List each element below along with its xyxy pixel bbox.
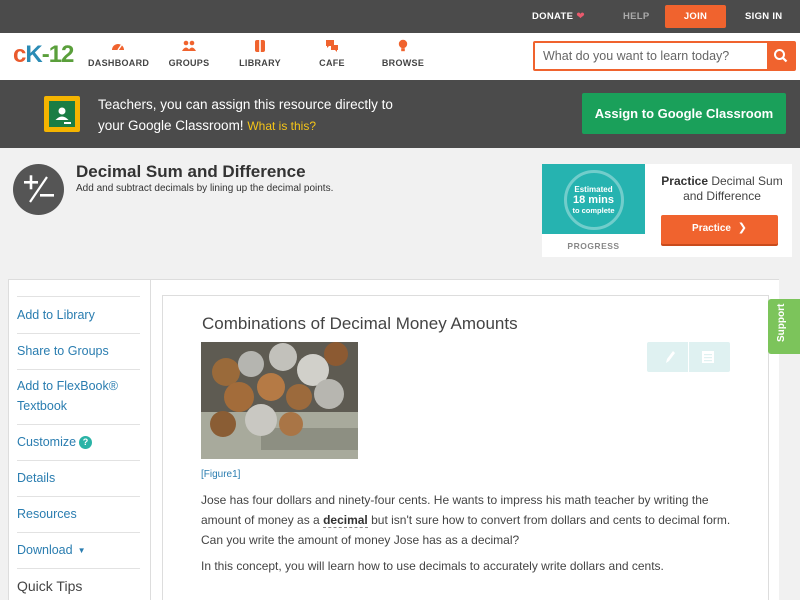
quick-tips-heading[interactable]: Quick Tips bbox=[17, 578, 82, 594]
progress-label: PROGRESS bbox=[567, 241, 620, 251]
ck12-logo[interactable]: cK-12 bbox=[13, 41, 74, 69]
what-is-this-link[interactable]: What is this? bbox=[247, 119, 316, 133]
cafe-icon bbox=[326, 40, 338, 52]
concept-subtitle: Add and subtract decimals by lining up t… bbox=[76, 183, 334, 194]
caret-down-icon: ▼ bbox=[77, 546, 86, 555]
article-paragraph-1: Jose has four dollars and ninety-four ce… bbox=[201, 493, 731, 547]
help-link[interactable]: HELP bbox=[623, 0, 650, 33]
article-title: Combinations of Decimal Money Amounts bbox=[202, 314, 518, 333]
browse-icon bbox=[398, 39, 408, 52]
concept-title: Decimal Sum and Difference bbox=[76, 162, 306, 181]
nav-cafe[interactable]: CAFE bbox=[316, 39, 348, 77]
heart-icon: ❤ bbox=[576, 11, 585, 22]
top-bar: DONATE ❤ HELP JOIN SIGN IN bbox=[0, 0, 800, 33]
sidebar-details[interactable]: Details bbox=[17, 461, 140, 497]
join-button[interactable]: JOIN bbox=[665, 5, 726, 28]
sidebar-share-to-groups[interactable]: Share to Groups bbox=[17, 334, 140, 370]
search-box bbox=[533, 41, 796, 71]
donate-label: DONATE bbox=[532, 11, 574, 22]
donate-link[interactable]: DONATE ❤ bbox=[532, 0, 585, 33]
plus-minus-icon bbox=[13, 164, 64, 215]
sidebar-add-to-library[interactable]: Add to Library bbox=[17, 296, 140, 334]
nav-browse[interactable]: BROWSE bbox=[381, 39, 425, 77]
article-tools bbox=[647, 342, 730, 372]
figure-label-link[interactable]: [Figure1] bbox=[201, 469, 240, 480]
assign-to-google-classroom-button[interactable]: Assign to Google Classroom bbox=[582, 93, 786, 134]
sidebar-resources[interactable]: Resources bbox=[17, 497, 140, 533]
practice-progress-image: Estimated 18 mins to complete bbox=[542, 164, 645, 234]
sidebar-download[interactable]: Download ▼ bbox=[17, 533, 140, 569]
practice-title: Practice Decimal Sum and Difference bbox=[661, 174, 783, 203]
nav-groups[interactable]: GROUPS bbox=[165, 39, 213, 77]
library-icon bbox=[255, 40, 265, 52]
main-nav: cK-12 DASHBOARD GROUPS LIBRARY CAFE BROW… bbox=[0, 33, 800, 80]
pencil-icon[interactable] bbox=[655, 348, 681, 366]
sidebar-add-to-flexbook[interactable]: Add to FlexBook® Textbook bbox=[17, 370, 140, 425]
practice-card: Estimated 18 mins to complete PROGRESS P… bbox=[542, 164, 792, 257]
search-button[interactable] bbox=[767, 43, 794, 69]
sidebar: Add to Library Share to Groups Add to Fl… bbox=[8, 279, 151, 600]
decimal-vocab-link[interactable]: decimal bbox=[323, 513, 368, 528]
coins-figure-image[interactable] bbox=[201, 342, 358, 459]
google-classroom-icon bbox=[44, 96, 80, 132]
article-paragraph-2: In this concept, you will learn how to u… bbox=[201, 559, 664, 573]
notes-icon[interactable] bbox=[695, 348, 721, 366]
chevron-right-icon: ❯ bbox=[737, 222, 747, 234]
sidebar-customize[interactable]: Customize? bbox=[17, 425, 140, 461]
help-question-icon[interactable]: ? bbox=[79, 436, 93, 449]
search-input[interactable] bbox=[535, 43, 769, 69]
search-icon bbox=[774, 49, 788, 63]
support-tab[interactable]: Support bbox=[768, 299, 800, 354]
sign-in-link[interactable]: SIGN IN bbox=[745, 0, 782, 33]
nav-library[interactable]: LIBRARY bbox=[238, 39, 282, 77]
practice-button[interactable]: Practice ❯ bbox=[661, 215, 778, 244]
dashboard-icon bbox=[112, 44, 124, 51]
nav-dashboard[interactable]: DASHBOARD bbox=[88, 39, 149, 77]
banner-text: Teachers, you can assign this resource d… bbox=[98, 97, 393, 133]
groups-icon bbox=[182, 40, 196, 51]
